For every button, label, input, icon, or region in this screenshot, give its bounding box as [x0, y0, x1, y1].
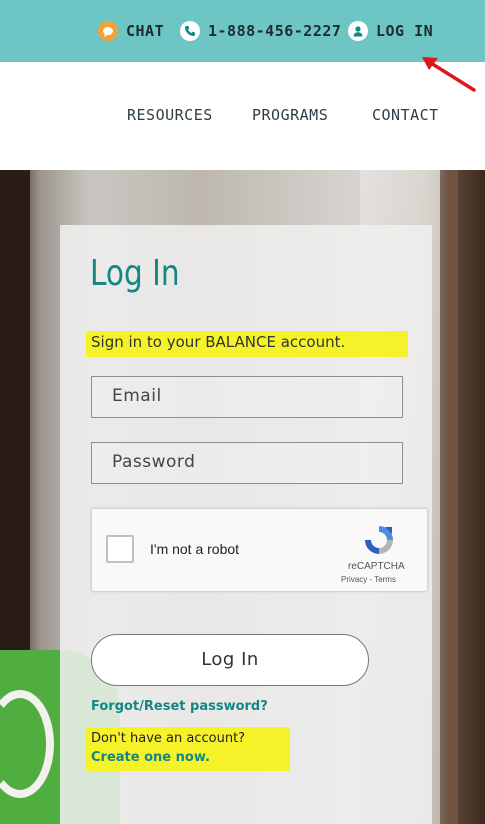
nav-item-programs[interactable]: PROGRAMS: [252, 106, 328, 124]
nav-item-resources[interactable]: RESOURCES: [127, 106, 213, 124]
phone-link[interactable]: 1-888-456-2227: [180, 0, 341, 62]
phone-number: 1-888-456-2227: [208, 22, 342, 40]
main-nav: RESOURCES PROGRAMS CONTACT: [0, 100, 485, 136]
user-icon: [348, 21, 368, 41]
password-field[interactable]: Password: [91, 442, 403, 484]
create-account-link[interactable]: Create one now.: [91, 750, 210, 765]
phone-icon: [180, 21, 200, 41]
recaptcha-brand: reCAPTCHA: [348, 561, 405, 572]
recaptcha-checkbox[interactable]: [106, 535, 134, 563]
chat-link[interactable]: CHAT: [98, 0, 164, 62]
recaptcha-logo-icon: [365, 526, 393, 554]
email-field[interactable]: Email: [91, 376, 403, 418]
top-bar: CHAT 1-888-456-2227 LOG IN: [0, 0, 485, 62]
login-label: LOG IN: [376, 22, 434, 40]
recaptcha-terms-link[interactable]: Privacy - Terms: [341, 575, 396, 584]
login-subtitle: Sign in to your BALANCE account.: [91, 333, 346, 351]
login-button[interactable]: Log In: [91, 634, 369, 686]
red-arrow-icon: [422, 57, 476, 92]
recaptcha-label: I'm not a robot: [150, 541, 240, 557]
forgot-password-link[interactable]: Forgot/Reset password?: [91, 699, 268, 714]
recaptcha-widget: I'm not a robot reCAPTCHA Privacy - Term…: [91, 508, 428, 592]
no-account-text: Don't have an account?: [91, 731, 246, 746]
background-doorframe: [448, 170, 458, 824]
chat-bubble-icon: [98, 21, 118, 41]
chat-label: CHAT: [126, 22, 165, 40]
nav-item-contact[interactable]: CONTACT: [372, 106, 439, 124]
page-title: Log In: [90, 253, 180, 294]
